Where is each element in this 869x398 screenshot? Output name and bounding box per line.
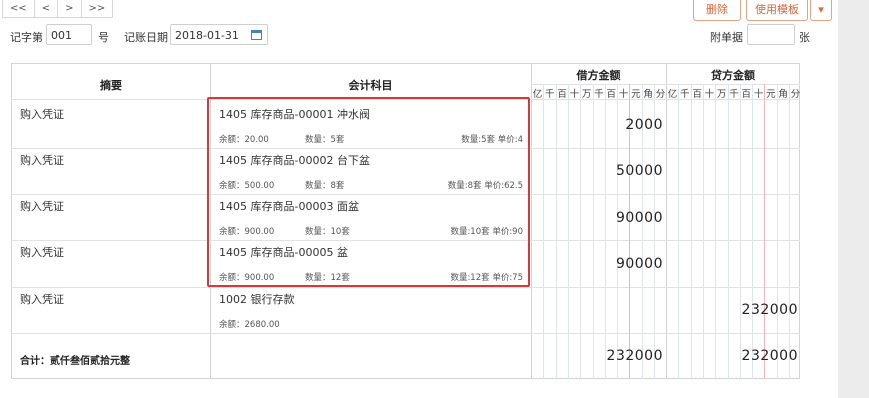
credit-header: 贷方金额 xyxy=(711,69,755,82)
row-debit-amount: 90000 xyxy=(615,256,663,272)
total-debit: 232000 xyxy=(606,348,663,364)
row-account[interactable]: 1002 银行存款 xyxy=(219,291,295,307)
summary-header: 摘要 xyxy=(100,79,122,92)
digit-column-line xyxy=(739,84,741,379)
digit-column-line xyxy=(617,84,619,379)
voucher-number-input[interactable]: 001 xyxy=(46,24,92,45)
digit-unit-label: 百 xyxy=(692,89,702,100)
digit-unit-label: 千 xyxy=(594,89,604,100)
row-summary: 购入凭证 xyxy=(20,293,64,306)
digit-column-line xyxy=(776,84,778,379)
debit-header: 借方金额 xyxy=(576,69,621,82)
row-balance: 余额：2680.00 xyxy=(219,320,280,330)
total-credit: 232000 xyxy=(741,348,798,364)
digit-column-line xyxy=(702,84,704,379)
digit-column-line xyxy=(690,84,692,379)
row-summary: 购入凭证 xyxy=(20,108,64,121)
highlight-box xyxy=(207,97,530,287)
digit-column-line xyxy=(678,84,680,379)
pager: << < > >> xyxy=(2,0,114,18)
digit-column-line xyxy=(543,84,545,379)
attachments-input[interactable] xyxy=(747,24,795,45)
account-header: 会计科目 xyxy=(348,79,393,92)
attachments-label: 附单据 xyxy=(710,31,743,44)
voucher-unit-label: 号 xyxy=(98,31,109,44)
row-debit-amount: 90000 xyxy=(615,210,663,226)
digit-column-line xyxy=(715,84,717,379)
digit-unit-label: 十 xyxy=(569,89,580,100)
row-summary: 购入凭证 xyxy=(20,200,64,213)
digit-column-line xyxy=(592,84,594,379)
digit-unit-label: 千 xyxy=(680,89,690,100)
voucher-word-label: 记字第 xyxy=(10,31,43,44)
digit-unit-label: 十 xyxy=(753,89,764,100)
digit-column-line xyxy=(789,84,790,379)
digit-column-line xyxy=(764,84,766,379)
digit-column-line xyxy=(555,84,557,379)
digit-unit-label: 亿 xyxy=(667,89,678,100)
calendar-icon[interactable] xyxy=(251,30,262,40)
digit-unit-label: 亿 xyxy=(532,89,543,100)
digit-unit-label: 万 xyxy=(716,89,727,100)
divider xyxy=(666,63,667,379)
digit-unit-label: 百 xyxy=(741,89,752,100)
digit-unit-label: 万 xyxy=(581,89,592,100)
attachments-unit-label: 张 xyxy=(799,31,810,44)
last-page-button[interactable]: >> xyxy=(80,0,114,18)
digit-unit-label: 分 xyxy=(655,89,666,100)
row-summary: 购入凭证 xyxy=(20,154,64,167)
digit-unit-label: 角 xyxy=(643,89,653,100)
digit-unit-label: 分 xyxy=(790,89,801,100)
prev-page-button[interactable]: < xyxy=(33,0,59,18)
digit-unit-label: 千 xyxy=(729,89,739,100)
digit-column-line xyxy=(567,84,569,379)
divider xyxy=(531,63,532,379)
row-debit-amount: 50000 xyxy=(615,163,663,179)
chevron-down-icon: ▾ xyxy=(818,3,824,16)
template-dropdown-button[interactable]: ▾ xyxy=(810,0,832,21)
total-label: 合计：贰仟叁佰贰拾元整 xyxy=(20,356,130,367)
digit-unit-label: 元 xyxy=(631,89,641,100)
row-summary: 购入凭证 xyxy=(20,246,64,259)
digit-unit-label: 角 xyxy=(778,89,788,100)
digit-unit-label: 千 xyxy=(545,89,555,100)
digit-unit-label: 百 xyxy=(557,89,567,100)
digit-unit-label: 十 xyxy=(618,89,629,100)
digit-column-line xyxy=(727,84,729,379)
digit-column-line xyxy=(580,84,582,379)
use-template-button[interactable]: 使用模板 xyxy=(746,0,808,21)
date-label: 记账日期 xyxy=(124,31,168,44)
divider xyxy=(531,84,800,85)
digit-column-line xyxy=(604,84,606,379)
next-page-button[interactable]: > xyxy=(57,0,82,18)
divider xyxy=(11,333,800,334)
first-page-button[interactable]: << xyxy=(2,0,35,18)
divider xyxy=(11,287,800,288)
row-credit-amount: 232000 xyxy=(741,302,798,318)
digit-column-line xyxy=(752,84,754,379)
divider xyxy=(11,99,211,100)
delete-button[interactable]: 删除 xyxy=(693,0,741,21)
digit-unit-label: 元 xyxy=(766,89,776,100)
row-debit-amount: 2000 xyxy=(625,117,663,133)
right-scroll-area xyxy=(838,0,869,398)
digit-unit-label: 十 xyxy=(704,89,715,100)
digit-unit-label: 百 xyxy=(606,89,617,100)
